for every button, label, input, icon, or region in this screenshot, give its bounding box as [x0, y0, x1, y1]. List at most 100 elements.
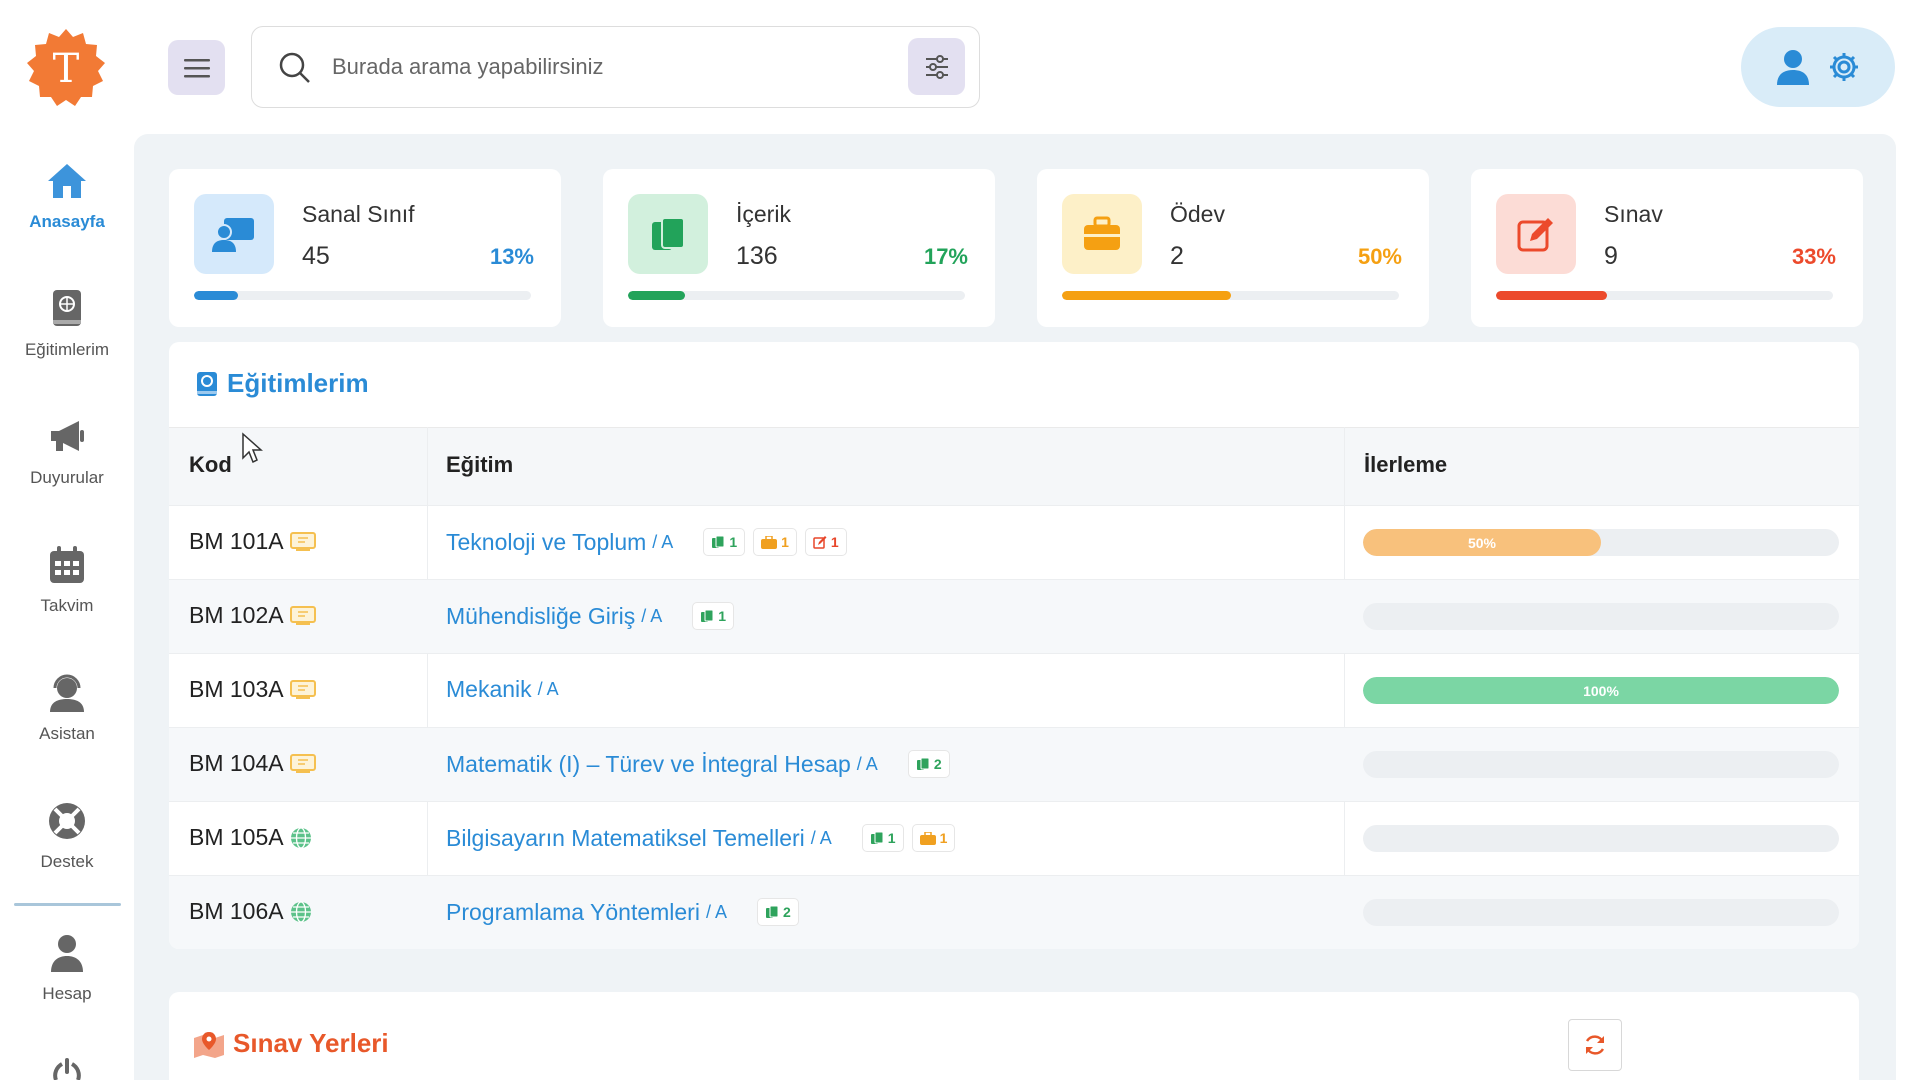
course-title: Teknoloji ve Toplum [446, 528, 647, 555]
stat-progress-fill [1496, 291, 1608, 300]
stat-progress [1062, 291, 1399, 300]
refresh-button[interactable] [1568, 1019, 1622, 1071]
table-row[interactable]: BM 104A Matematik (I) – Türev ve İntegra… [169, 727, 1859, 801]
megaphone-icon [51, 421, 84, 451]
courses-title: Eğitimlerim [227, 368, 369, 398]
sidebar-item-label: Anasayfa [29, 212, 105, 231]
courses-header: Eğitimlerim [195, 368, 369, 399]
table-row[interactable]: BM 103A Mekanik / A 100% [169, 653, 1859, 727]
content-badge[interactable]: 1 [861, 824, 904, 852]
stat-progress-fill [194, 291, 238, 300]
course-link[interactable]: Programlama Yöntemleri / A 2 [446, 898, 799, 926]
column-header-course[interactable]: Eğitim [446, 452, 513, 478]
logo-icon[interactable]: T [26, 27, 106, 107]
course-link[interactable]: Mekanik / A [446, 676, 559, 703]
sidebar-item-label: Asistan [39, 724, 95, 743]
menu-button[interactable] [168, 40, 225, 95]
sidebar-item-takvim[interactable]: Takvim [0, 544, 134, 616]
virtual-class-icon [194, 194, 274, 274]
home-icon [48, 164, 86, 198]
stat-count: 45 [302, 242, 330, 270]
mouse-cursor-icon [242, 432, 263, 464]
profile-button[interactable] [1776, 49, 1810, 85]
course-code: BM 102A [189, 602, 284, 628]
table-row[interactable]: BM 106A Programlama Yöntemleri / A 2 [169, 875, 1859, 949]
sidebar-item-egitimlerim[interactable]: Eğitimlerim [0, 288, 134, 360]
content-badge[interactable]: 2 [756, 898, 799, 926]
exam-edit-icon [813, 536, 827, 549]
power-icon[interactable] [48, 1058, 86, 1080]
course-section: / A [641, 605, 663, 626]
content-badge[interactable]: 2 [907, 750, 950, 778]
stat-progress [1496, 291, 1833, 300]
main-content: Sanal Sınıf 45 13% İçerik 136 17% Ödev 2… [134, 134, 1896, 1080]
badge-count: 1 [781, 534, 789, 550]
stat-title: Sınav [1604, 201, 1663, 227]
classroom-icon [289, 531, 316, 551]
exam-badge[interactable]: 1 [804, 528, 847, 556]
badge-count: 2 [933, 756, 942, 772]
stat-progress-fill [1062, 291, 1231, 300]
courses-panel: Eğitimlerim Kod Eğitim İlerleme BM 101A … [169, 342, 1859, 949]
course-link[interactable]: Teknoloji ve Toplum / A 1 1 1 [446, 528, 847, 556]
column-header-code[interactable]: Kod [189, 452, 232, 478]
stat-percent: 50% [1357, 244, 1402, 269]
sidebar-item-anasayfa[interactable]: Anasayfa [0, 160, 134, 232]
column-header-progress[interactable]: İlerleme [1364, 452, 1447, 478]
sidebar-item-destek[interactable]: Destek [0, 800, 134, 872]
user-icon [1777, 50, 1809, 85]
classroom-icon [289, 753, 316, 773]
logo-letter: T [53, 46, 80, 92]
stat-count: 2 [1170, 242, 1184, 270]
course-progress [1363, 751, 1839, 778]
exam-places-header: Sınav Yerleri [193, 1028, 389, 1059]
course-progress [1363, 603, 1839, 630]
stat-percent: 17% [923, 244, 968, 269]
exam-edit-icon [1496, 194, 1576, 274]
sidebar-item-duyurular[interactable]: Duyurular [0, 416, 134, 488]
course-link[interactable]: Bilgisayarın Matematiksel Temelleri / A 1… [446, 824, 956, 852]
refresh-icon [1585, 1035, 1605, 1055]
sliders-icon [925, 54, 948, 79]
content-icon [628, 194, 708, 274]
stat-card-odev[interactable]: Ödev 2 50% [1037, 169, 1429, 327]
settings-button[interactable] [1828, 51, 1860, 83]
assignment-badge[interactable]: 1 [911, 824, 956, 852]
assignment-badge[interactable]: 1 [753, 528, 797, 556]
sidebar-item-asistan[interactable]: Asistan [0, 672, 134, 744]
course-title: Mühendisliğe Giriş [446, 602, 636, 629]
table-row[interactable]: BM 105A Bilgisayarın Matematiksel Temell… [169, 801, 1859, 875]
search-icon [279, 52, 310, 83]
course-progress-fill: 100% [1363, 677, 1839, 704]
classroom-icon [289, 679, 316, 699]
course-link[interactable]: Matematik (I) – Türev ve İntegral Hesap /… [446, 750, 950, 778]
stat-card-sinav[interactable]: Sınav 9 33% [1471, 169, 1863, 327]
globe-icon [290, 826, 311, 849]
table-row[interactable]: BM 102A Mühendisliğe Giriş / A 1 [169, 579, 1859, 653]
stat-card-icerik[interactable]: İçerik 136 17% [603, 169, 995, 327]
course-title: Mekanik [446, 676, 532, 702]
stat-title: Ödev [1170, 201, 1225, 227]
sidebar-item-hesap[interactable]: Hesap [0, 932, 134, 1004]
globe-icon [290, 900, 311, 923]
table-row[interactable]: BM 101A Teknoloji ve Toplum / A 1 1 1 50% [169, 505, 1859, 579]
exam-places-title: Sınav Yerleri [233, 1028, 389, 1058]
briefcase-icon [919, 831, 936, 845]
stat-count: 9 [1604, 242, 1618, 270]
sidebar-item-label: Hesap [42, 984, 92, 1003]
content-icon [712, 535, 725, 548]
course-code: BM 104A [189, 750, 284, 776]
search-input[interactable] [332, 45, 892, 89]
content-badge[interactable]: 1 [703, 528, 746, 556]
sidebar: T Anasayfa Eğitimlerim Duyurular Takvim … [0, 0, 134, 1080]
content-badge[interactable]: 1 [692, 602, 735, 630]
course-link[interactable]: Mühendisliğe Giriş / A 1 [446, 602, 735, 630]
course-progress: 50% [1363, 529, 1839, 556]
headset-icon [50, 674, 84, 712]
course-section: / A [705, 901, 727, 922]
filter-button[interactable] [908, 38, 965, 95]
content-icon [916, 757, 930, 770]
stat-card-sanal-sinif[interactable]: Sanal Sınıf 45 13% [169, 169, 561, 327]
search-bar [251, 26, 980, 108]
course-section: / A [652, 531, 674, 552]
